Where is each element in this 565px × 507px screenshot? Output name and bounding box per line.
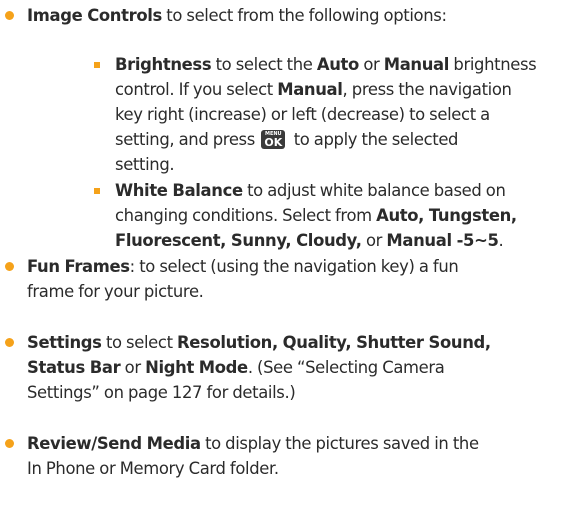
fun-frames-term: Fun Frames	[27, 257, 130, 276]
bullet-icon	[5, 262, 14, 271]
review-send-media-item: Review/Send Media to display the picture…	[27, 434, 479, 478]
menu-ok-key-icon: MENU OK	[261, 130, 286, 149]
settings-item: Settings to select Resolution, Quality, …	[27, 333, 491, 402]
brightness-term: Brightness	[115, 55, 212, 74]
manual-page: Image Controls to select from the follow…	[0, 0, 565, 507]
review-send-media-term: Review/Send Media	[27, 434, 201, 453]
square-bullet-icon	[94, 62, 100, 68]
white-balance-term: White Balance	[115, 181, 243, 200]
fun-frames-item: Fun Frames: to select (using the navigat…	[27, 257, 459, 301]
square-bullet-icon	[94, 188, 100, 194]
bullet-icon	[5, 11, 14, 20]
bullet-icon	[5, 439, 14, 448]
settings-term: Settings	[27, 333, 102, 352]
image-controls-term: Image Controls	[27, 6, 162, 25]
bullet-icon	[5, 338, 14, 347]
brightness-item: Brightness to select the Auto or Manual …	[115, 55, 537, 174]
white-balance-item: White Balance to adjust white balance ba…	[115, 181, 517, 250]
image-controls-item: Image Controls to select from the follow…	[27, 6, 447, 25]
